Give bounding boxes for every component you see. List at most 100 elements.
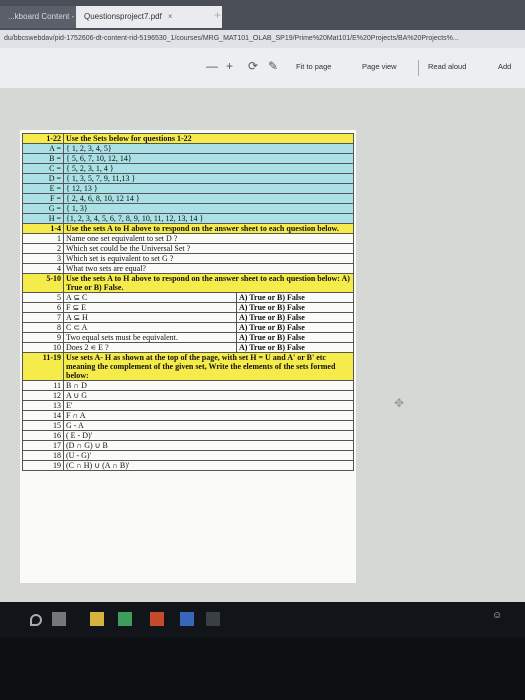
word-icon[interactable] xyxy=(180,612,194,626)
question-text: A ⊆ C xyxy=(63,292,237,303)
people-icon[interactable]: ☺ xyxy=(492,610,502,624)
question-number: 10 xyxy=(22,342,64,353)
fit-to-page-button[interactable]: Fit to page xyxy=(296,62,331,71)
table-row: 11-19 Use sets A- H as shown at the top o… xyxy=(22,352,354,381)
question-text: Use the sets A to H above to respond on … xyxy=(63,223,354,234)
file-explorer-icon[interactable] xyxy=(90,612,104,626)
table-row: 6F ⊆ E A) True or B) False xyxy=(22,302,354,313)
table-row: H = {1, 2, 3, 4, 5, 6, 7, 8, 9, 10, 11, 1… xyxy=(22,213,354,224)
question-text: { 1, 2, 3, 4, 5} xyxy=(63,143,354,154)
table-row: 11 B ∩ D xyxy=(22,380,354,391)
table-row: 9 Two equal sets must be equivalent. A) Tr… xyxy=(22,332,354,343)
question-number: H = xyxy=(22,213,64,224)
taskbar-app-icon[interactable] xyxy=(206,612,220,626)
table-row: 13 E' xyxy=(22,400,354,411)
question-text: { 5, 2, 3, 1, 4 } xyxy=(63,163,354,174)
question-text: What two sets are equal? xyxy=(63,263,354,274)
question-number: 16 xyxy=(22,430,64,441)
table-row: G ={ 1, 3} xyxy=(22,203,354,214)
question-number: 17 xyxy=(22,440,64,451)
question-number: 18 xyxy=(22,450,64,461)
table-row: 4 What two sets are equal? xyxy=(22,263,354,274)
question-number: 5-10 xyxy=(22,273,64,293)
question-number: C = xyxy=(22,163,64,174)
mouse-cursor-icon: ✥ xyxy=(394,396,405,410)
table-row: 19 (C ∩ H) ∪ (A ∩ B)' xyxy=(22,460,354,471)
screen-bezel xyxy=(0,638,525,700)
table-row: C ={ 5, 2, 3, 1, 4 } xyxy=(22,163,354,174)
question-number: E = xyxy=(22,183,64,194)
table-row: 16( E - D)' xyxy=(22,430,354,441)
table-row: 1-22 Use the Sets below for questions 1-2… xyxy=(22,133,354,144)
question-text: F ⊆ E xyxy=(63,302,237,313)
answer-choices: A) True or B) False xyxy=(236,342,354,353)
question-text: { 5, 6, 7, 10, 12, 14} xyxy=(63,153,354,164)
table-row: 1 Name one set equivalent to set D ? xyxy=(22,233,354,244)
question-text: Does 2 ∊ E ? xyxy=(63,342,237,353)
question-number: 4 xyxy=(22,263,64,274)
question-number: A = xyxy=(22,143,64,154)
table-row: 18 (U - G)' xyxy=(22,450,354,461)
store-icon[interactable] xyxy=(118,612,132,626)
question-number: 2 xyxy=(22,243,64,254)
question-number: G = xyxy=(22,203,64,214)
question-text: { 12, 13 } xyxy=(63,183,354,194)
question-number: 1-4 xyxy=(22,223,64,234)
table-row: 3 Which set is equivalent to set G ? xyxy=(22,253,354,264)
tab-blackboard[interactable]: ...kboard Content - B xyxy=(0,6,88,28)
question-number: 14 xyxy=(22,410,64,421)
question-text: (U - G)' xyxy=(63,450,354,461)
question-text: Use the Sets below for questions 1-22 xyxy=(63,133,354,144)
question-text: { 2, 4, 6, 8, 10, 12 14 } xyxy=(63,193,354,204)
question-text: G - A xyxy=(63,420,354,431)
close-tab-icon[interactable]: × xyxy=(168,12,173,21)
question-number: 5 xyxy=(22,292,64,303)
table-row: 1-4 Use the sets A to H above to respond … xyxy=(22,223,354,234)
question-number: B = xyxy=(22,153,64,164)
draw-icon[interactable]: ✎ xyxy=(268,59,278,73)
zoom-out-button[interactable]: — xyxy=(206,59,218,73)
tab-pdf[interactable]: Questionsproject7.pdf × xyxy=(76,6,222,28)
toolbar-divider xyxy=(418,60,419,76)
table-row: 5A ⊆ C A) True or B) False xyxy=(22,292,354,303)
question-text: Two equal sets must be equivalent. xyxy=(63,332,237,343)
table-row: 10 Does 2 ∊ E ? A) True or B) False xyxy=(22,342,354,353)
answer-choices: A) True or B) False xyxy=(236,312,354,323)
question-text: { 1, 3} xyxy=(63,203,354,214)
new-tab-button[interactable]: + xyxy=(214,8,221,22)
question-number: 1 xyxy=(22,233,64,244)
question-text: E' xyxy=(63,400,354,411)
question-text: A ∪ G xyxy=(63,390,354,401)
tab-pdf-label: Questionsproject7.pdf xyxy=(84,12,162,21)
rotate-icon[interactable]: ⟳ xyxy=(248,59,258,73)
answer-choices: A) True or B) False xyxy=(236,322,354,333)
question-number: 1-22 xyxy=(22,133,64,144)
table-row: 5-10 Use the sets A to H above to respond… xyxy=(22,273,354,293)
table-row: E ={ 12, 13 } xyxy=(22,183,354,194)
table-row: 17 (D ∩ G) ∪ B xyxy=(22,440,354,451)
question-text: Use sets A- H as shown at the top of the… xyxy=(63,352,354,381)
zoom-in-button[interactable]: + xyxy=(226,59,233,73)
read-aloud-button[interactable]: Read aloud xyxy=(428,62,466,71)
table-row: 15 G - A xyxy=(22,420,354,431)
question-number: 11-19 xyxy=(22,352,64,381)
search-icon[interactable] xyxy=(30,614,42,626)
question-number: F = xyxy=(22,193,64,204)
office-icon[interactable] xyxy=(150,612,164,626)
question-number: 8 xyxy=(22,322,64,333)
table-row: 14 F ∩ A xyxy=(22,410,354,421)
question-text: Which set is equivalent to set G ? xyxy=(63,253,354,264)
table-row: B ={ 5, 6, 7, 10, 12, 14} xyxy=(22,153,354,164)
task-view-icon[interactable] xyxy=(52,612,66,626)
table-row: 8C ⊂ A A) True or B) False xyxy=(22,322,354,333)
page-view-button[interactable]: Page view xyxy=(362,62,397,71)
question-number: 3 xyxy=(22,253,64,264)
add-notes-button[interactable]: Add xyxy=(498,62,511,71)
address-bar[interactable]: du/bbcswebdav/pid-1752606-dt-content-rid… xyxy=(0,30,525,48)
question-text: B ∩ D xyxy=(63,380,354,391)
question-text: Use the sets A to H above to respond on … xyxy=(63,273,354,293)
pdf-toolbar: — + ⟳ ✎ Fit to page Page view Read aloud… xyxy=(0,48,525,88)
question-text: { 1, 3, 5, 7, 9, 11,13 } xyxy=(63,173,354,184)
question-number: 9 xyxy=(22,332,64,343)
table-row: D ={ 1, 3, 5, 7, 9, 11,13 } xyxy=(22,173,354,184)
